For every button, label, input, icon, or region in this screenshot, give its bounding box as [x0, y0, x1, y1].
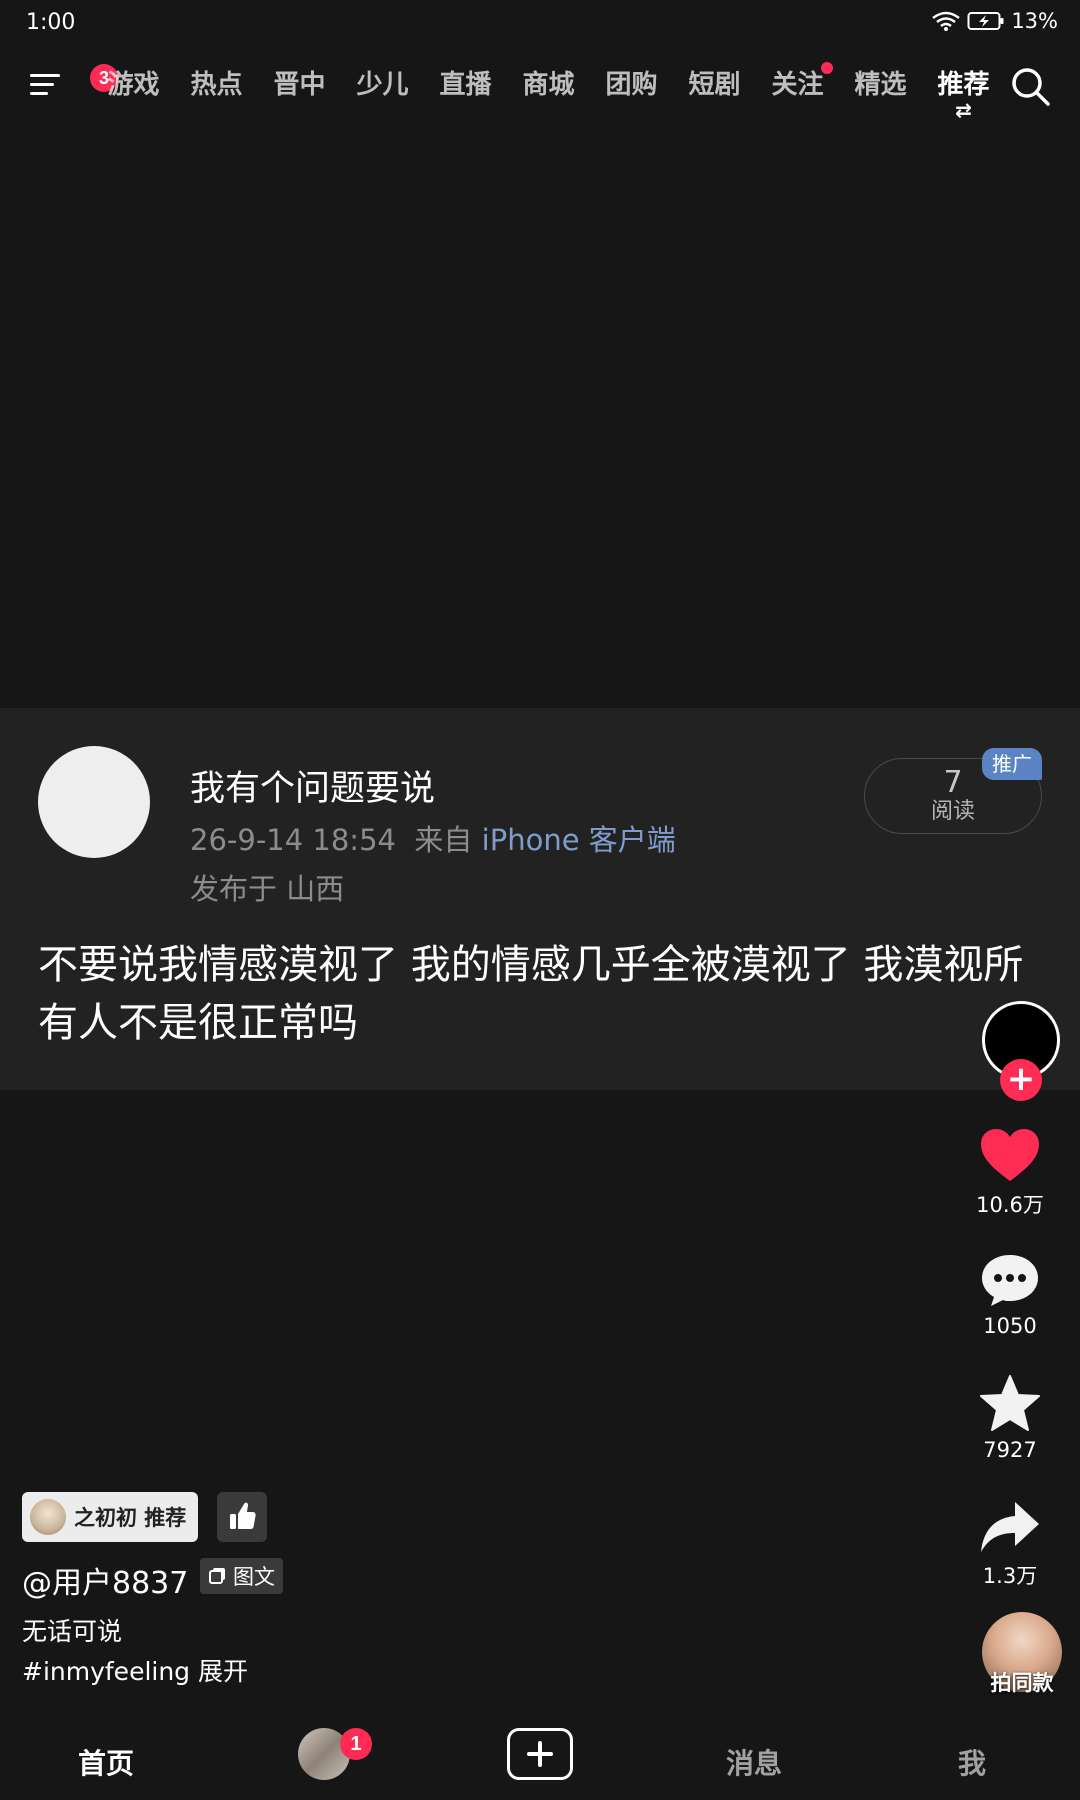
favorite-action[interactable]: 7927 [940, 1374, 1080, 1462]
action-rail: + 10.6万 1050 7927 1.3万 拍同款 [940, 0, 1080, 1800]
content-type-tag: 图文 [200, 1558, 283, 1594]
tab-label: 热点 [190, 70, 243, 100]
tab-kids[interactable]: 少儿 [341, 64, 424, 101]
favorite-count: 7927 [983, 1438, 1037, 1462]
star-icon [980, 1375, 1040, 1431]
post-body: 不要说我情感漠视了 我的情感几乎全被漠视了 我漠视所有人不是很正常吗 [38, 942, 1024, 1046]
share-arrow-icon [981, 1502, 1039, 1552]
post-card[interactable]: 我有个问题要说 26-9-14 18:54 来自 iPhone 客户端 发布于 … [0, 708, 1080, 1090]
tab-label: 商城 [522, 70, 575, 100]
tab-local[interactable]: 晋中 [258, 64, 341, 101]
tab-label: 游戏 [107, 70, 160, 100]
top-nav: 3 游戏 热点 晋中 少儿 直播 商城 团购 短剧 关注 精选 推荐 ⇄ [0, 56, 1080, 132]
nav-tabs: 游戏 热点 晋中 少儿 直播 商城 团购 短剧 关注 精选 推荐 ⇄ [92, 62, 1005, 120]
bottom-tab-bar: 首页 1 消息 我 [0, 1712, 1080, 1800]
make-same-label[interactable]: 拍同款 [940, 1667, 1080, 1697]
like-action[interactable]: 10.6万 [940, 1127, 1080, 1219]
tab-me[interactable]: 我 [958, 1742, 986, 1782]
status-time: 1:00 [26, 10, 76, 35]
app-screen: 1:00 13% 3 游戏 热点 晋中 少儿 直播 商城 团购 短剧 关注 精选… [0, 0, 1080, 1800]
comment-count: 1050 [983, 1314, 1037, 1338]
tab-home[interactable]: 首页 [78, 1742, 134, 1782]
tab-following[interactable]: 关注 [756, 62, 839, 101]
share-action[interactable]: 1.3万 [940, 1500, 1080, 1590]
post-caption: 无话可说 [22, 1617, 123, 1646]
tab-label: 直播 [439, 70, 492, 100]
tab-label: 精选 [854, 70, 907, 100]
comment-icon [982, 1255, 1038, 1306]
tab-live[interactable]: 直播 [424, 64, 507, 101]
author-avatar[interactable] [38, 746, 150, 858]
thumbs-up-icon [230, 1502, 256, 1529]
tab-label: 团购 [605, 70, 658, 100]
plus-icon [527, 1741, 553, 1767]
post-title: 我有个问题要说 [190, 769, 436, 809]
share-count: 1.3万 [982, 1564, 1038, 1588]
menu-line [30, 83, 54, 86]
tab-label: 晋中 [273, 70, 326, 100]
tab-label: 少儿 [356, 70, 409, 100]
tab-trending[interactable]: 热点 [175, 64, 258, 101]
tab-short-drama[interactable]: 短剧 [673, 64, 756, 101]
content-type-label: 图文 [233, 1565, 275, 1589]
tab-messages[interactable]: 消息 [726, 1742, 782, 1782]
post-meta: 26-9-14 18:54 来自 iPhone 客户端 [190, 817, 676, 859]
tab-games[interactable]: 游戏 [92, 64, 175, 101]
notification-dot [821, 62, 833, 74]
source-client: iPhone 客户端 [481, 823, 676, 857]
like-count: 10.6万 [976, 1193, 1044, 1217]
tab-group-buy[interactable]: 团购 [590, 64, 673, 101]
friends-badge: 1 [340, 1728, 372, 1760]
hashtag-link[interactable]: #inmyfeeling [22, 1657, 190, 1686]
recommender-avatar [30, 1499, 66, 1535]
follow-button[interactable]: + [1000, 1059, 1042, 1101]
status-bar: 1:00 13% [0, 0, 1080, 46]
heart-icon [981, 1129, 1039, 1181]
tab-mall[interactable]: 商城 [507, 64, 590, 101]
tab-label: 短剧 [688, 70, 741, 100]
comment-action[interactable]: 1050 [940, 1252, 1080, 1338]
thumbs-up-button[interactable] [217, 1492, 267, 1542]
source-prefix: 来自 [414, 823, 473, 857]
hashtag-line: #inmyfeeling 展开 [22, 1652, 248, 1688]
tab-label: 关注 [771, 70, 824, 100]
tab-featured[interactable]: 精选 [839, 64, 922, 101]
menu-button[interactable]: 3 [30, 64, 118, 100]
recommender-chip[interactable]: 之初初 推荐 [22, 1492, 199, 1542]
menu-line [30, 74, 60, 77]
recommender-text: 之初初 推荐 [74, 1506, 187, 1530]
post-date: 26-9-14 18:54 [190, 823, 396, 857]
create-post-button[interactable] [507, 1728, 573, 1780]
post-location: 发布于 山西 [190, 872, 345, 906]
author-username[interactable]: @用户8837 [22, 1558, 188, 1602]
menu-line [30, 92, 48, 95]
expand-link[interactable]: 展开 [198, 1657, 248, 1686]
image-text-icon [209, 1568, 225, 1584]
